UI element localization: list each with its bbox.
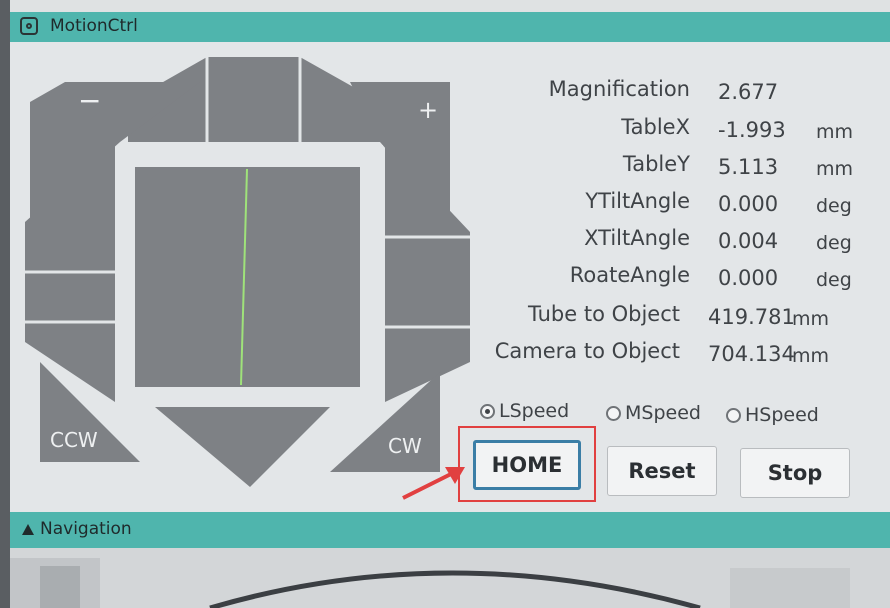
reset-button[interactable]: Reset bbox=[607, 446, 717, 496]
readout-label: YTiltAngle bbox=[585, 189, 690, 213]
lspeed-radio[interactable]: LSpeed bbox=[480, 400, 569, 422]
readout-value: -1.993 bbox=[718, 118, 786, 142]
lspeed-label: LSpeed bbox=[499, 400, 570, 422]
collapse-arrow-icon[interactable] bbox=[22, 524, 34, 535]
navigation-camera-view bbox=[10, 548, 890, 608]
readout-value: 419.781 bbox=[708, 305, 795, 329]
readout-value: 0.000 bbox=[718, 266, 779, 290]
readout-unit: mm bbox=[792, 345, 830, 367]
panel-icon bbox=[20, 17, 38, 35]
readout-value: 704.134 bbox=[708, 342, 795, 366]
radio-selected-icon bbox=[480, 403, 495, 419]
stop-button[interactable]: Stop bbox=[740, 448, 850, 498]
mspeed-label: MSpeed bbox=[625, 402, 701, 424]
motionctrl-title-bar: MotionCtrl bbox=[10, 12, 890, 42]
readout-unit: mm bbox=[816, 121, 854, 143]
radio-unselected-icon bbox=[606, 405, 621, 421]
mspeed-radio[interactable]: MSpeed bbox=[606, 402, 701, 424]
home-button[interactable]: HOME bbox=[473, 440, 581, 490]
readout-unit: mm bbox=[816, 158, 854, 180]
readout-value: 2.677 bbox=[718, 80, 779, 104]
window-top-edge bbox=[10, 0, 890, 12]
move-down-pad[interactable] bbox=[155, 407, 330, 487]
navigation-title: Navigation bbox=[40, 519, 132, 539]
navigation-header[interactable]: Navigation bbox=[10, 512, 890, 548]
readout-value: 0.004 bbox=[718, 229, 779, 253]
ccw-label: CCW bbox=[50, 428, 98, 452]
center-view-pad[interactable] bbox=[135, 167, 360, 387]
readout-value: 5.113 bbox=[718, 155, 779, 179]
radio-unselected-icon bbox=[726, 407, 741, 423]
readout-unit: mm bbox=[792, 308, 830, 330]
annotation-arrow-icon bbox=[402, 467, 465, 500]
panel-title: MotionCtrl bbox=[50, 16, 138, 36]
readout-label: Camera to Object bbox=[494, 339, 680, 363]
readout-label: RoateAngle bbox=[569, 263, 690, 287]
readout-label: Magnification bbox=[548, 77, 690, 101]
readout-label: TableX bbox=[621, 115, 690, 139]
motion-control-panel: − + CCW CW Magnification 2.677 TableX -1… bbox=[10, 42, 890, 512]
readout-unit: deg bbox=[816, 232, 852, 254]
readout-label: TableY bbox=[622, 152, 690, 176]
hspeed-radio[interactable]: HSpeed bbox=[726, 404, 819, 426]
readout-label: Tube to Object bbox=[527, 302, 680, 326]
readout-unit: deg bbox=[816, 195, 852, 217]
readout-label: XTiltAngle bbox=[584, 226, 690, 250]
hspeed-label: HSpeed bbox=[745, 404, 819, 426]
readout-value: 0.000 bbox=[718, 192, 779, 216]
motion-joystick: − + CCW CW bbox=[10, 42, 485, 502]
readout-unit: deg bbox=[816, 269, 852, 291]
zoom-out-label: − bbox=[78, 84, 102, 117]
